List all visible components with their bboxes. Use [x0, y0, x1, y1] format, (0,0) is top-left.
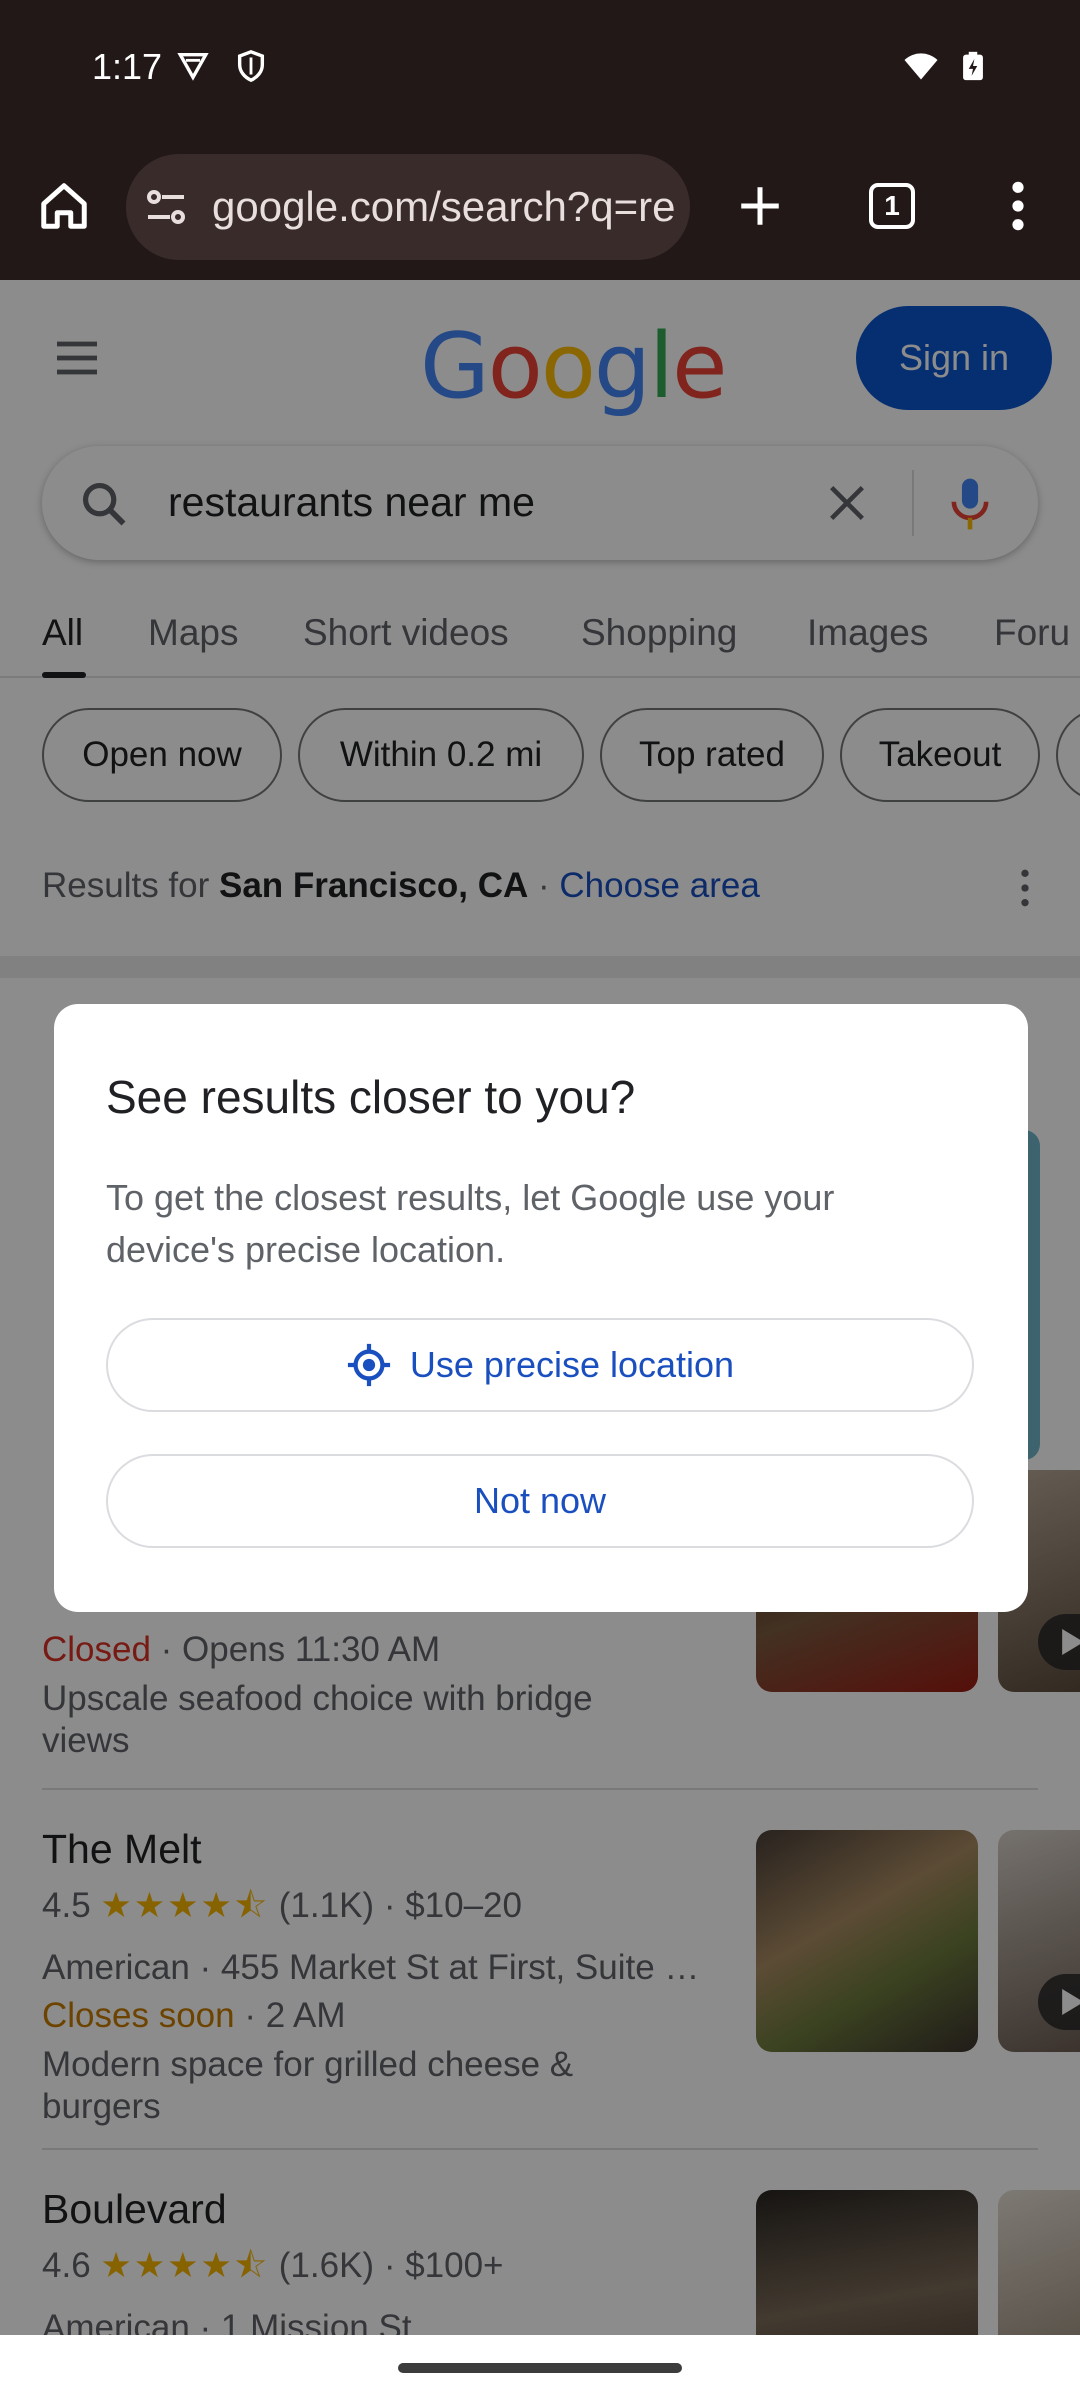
use-precise-location-label: Use precise location: [409, 1344, 735, 1385]
tab-switcher-button[interactable]: 1: [852, 166, 932, 246]
address-bar[interactable]: google.com/search?q=re: [126, 154, 690, 260]
dialog-title: See results closer to you?: [106, 1071, 636, 1123]
use-precise-location-button[interactable]: Use precise location: [106, 1318, 974, 1412]
location-permission-dialog: See results closer to you? To get the cl…: [54, 1004, 1028, 1612]
wifi-icon: [904, 53, 938, 80]
home-icon: [41, 183, 87, 229]
home-gesture-handle[interactable]: [398, 2363, 682, 2373]
shield-icon: [237, 50, 265, 83]
new-tab-button[interactable]: [720, 166, 800, 246]
url-text: google.com/search?q=re: [212, 183, 676, 230]
my-location-icon: [347, 1343, 390, 1387]
gesture-nav-bar: [0, 2335, 1080, 2400]
site-settings-icon[interactable]: [142, 183, 190, 231]
home-button[interactable]: [24, 166, 104, 246]
dialog-body: To get the closest results, let Google u…: [106, 1177, 835, 1270]
not-now-label: Not now: [473, 1480, 607, 1521]
battery-icon: [963, 51, 983, 81]
not-now-button[interactable]: Not now: [106, 1454, 974, 1548]
status-bar: 1:17: [0, 0, 1080, 140]
browser-menu-button[interactable]: [978, 166, 1058, 246]
tab-count: 1: [869, 183, 915, 229]
more-vert-icon: [1012, 181, 1024, 231]
status-time: 1:17: [92, 46, 163, 87]
browser-toolbar: google.com/search?q=re 1: [0, 140, 1080, 280]
plus-icon: [741, 187, 779, 225]
vpn-shield-icon: [177, 52, 209, 81]
